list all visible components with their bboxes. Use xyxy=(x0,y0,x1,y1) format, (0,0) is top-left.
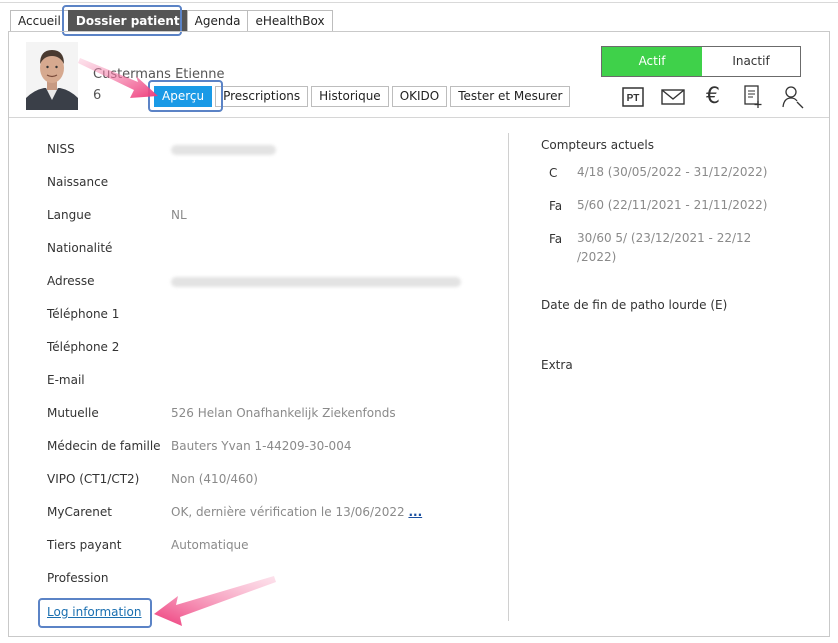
field-label-medecin: Médecin de famille xyxy=(47,439,161,453)
user-search-icon[interactable] xyxy=(780,84,806,110)
field-label-niss: NISS xyxy=(47,142,75,156)
highlight-log-link xyxy=(38,598,152,628)
status-inactive-button[interactable]: Inactif xyxy=(702,47,800,76)
field-value-niss xyxy=(171,144,276,158)
field-value-tiers-payant: Automatique xyxy=(171,538,249,552)
field-label-adresse: Adresse xyxy=(47,274,95,288)
tab-agenda[interactable]: Agenda xyxy=(186,10,249,32)
field-label-naissance: Naissance xyxy=(47,175,109,189)
field-label-telephone-2: Téléphone 2 xyxy=(47,340,120,354)
tab-prescriptions[interactable]: Prescriptions xyxy=(215,86,309,107)
tab-historique[interactable]: Historique xyxy=(311,86,389,107)
field-label-vipo: VIPO (CT1/CT2) xyxy=(47,472,140,486)
field-value-langue: NL xyxy=(171,208,187,222)
header-divider xyxy=(9,117,829,118)
counter-value-3: 30/60 5/ (23/12/2021 - 22/12 xyxy=(577,231,752,245)
field-label-mycarenet: MyCarenet xyxy=(47,505,112,519)
pt-icon[interactable]: PT xyxy=(620,84,646,110)
patho-label: Date de fin de patho lourde (E) xyxy=(541,298,728,312)
counter-code-3: Fa xyxy=(549,232,563,246)
extra-label: Extra xyxy=(541,358,573,372)
field-value-vipo: Non (410/460) xyxy=(171,472,258,486)
mail-icon[interactable] xyxy=(660,84,686,110)
counter-value-2: 5/60 (22/11/2021 - 21/11/2022) xyxy=(577,198,768,212)
top-divider xyxy=(0,2,838,3)
field-label-nationalite: Nationalité xyxy=(47,241,113,255)
euro-icon[interactable]: € xyxy=(700,84,726,110)
document-add-icon[interactable] xyxy=(740,84,766,110)
tab-accueil[interactable]: Accueil xyxy=(10,10,69,32)
tab-tester-mesurer[interactable]: Tester et Mesurer xyxy=(450,86,571,107)
field-label-email: E-mail xyxy=(47,373,85,387)
counter-code-1: C xyxy=(549,166,558,180)
tab-okido[interactable]: OKIDO xyxy=(391,86,448,107)
field-value-mutuelle: 526 Helan Onafhankelijk Ziekenfonds xyxy=(171,406,396,420)
field-value-medecin: Bauters Yvan 1-44209-30-004 xyxy=(171,439,352,453)
field-value-mycarenet: OK, dernière vérification le 13/06/2022 xyxy=(171,505,405,519)
status-toggle: Actif Inactif xyxy=(601,46,801,77)
action-icons: PT € xyxy=(620,84,820,110)
status-active-button[interactable]: Actif xyxy=(602,47,702,76)
highlight-apercu-tab xyxy=(148,80,223,112)
field-value-adresse xyxy=(171,276,461,290)
patient-panel xyxy=(8,31,830,637)
field-label-tiers-payant: Tiers payant xyxy=(47,538,122,552)
tab-ehealthbox[interactable]: eHealthBox xyxy=(247,10,333,32)
field-value-mycarenet-wrap: OK, dernière vérification le 13/06/2022 … xyxy=(171,505,422,519)
patient-number: 6 xyxy=(93,88,102,103)
euro-symbol: € xyxy=(706,84,720,109)
field-label-telephone-1: Téléphone 1 xyxy=(47,307,120,321)
counter-code-2: Fa xyxy=(549,199,563,213)
column-divider xyxy=(508,133,509,621)
counters-title: Compteurs actuels xyxy=(541,138,654,152)
field-label-langue: Langue xyxy=(47,208,92,222)
avatar xyxy=(26,42,78,110)
mycarenet-more-link[interactable]: ... xyxy=(408,505,422,519)
counter-value-3-cont: /2022) xyxy=(577,250,617,264)
counter-value-1: 4/18 (30/05/2022 - 31/12/2022) xyxy=(577,165,768,179)
field-label-profession: Profession xyxy=(47,571,109,585)
pt-icon-text: PT xyxy=(627,93,640,104)
field-label-mutuelle: Mutuelle xyxy=(47,406,99,420)
